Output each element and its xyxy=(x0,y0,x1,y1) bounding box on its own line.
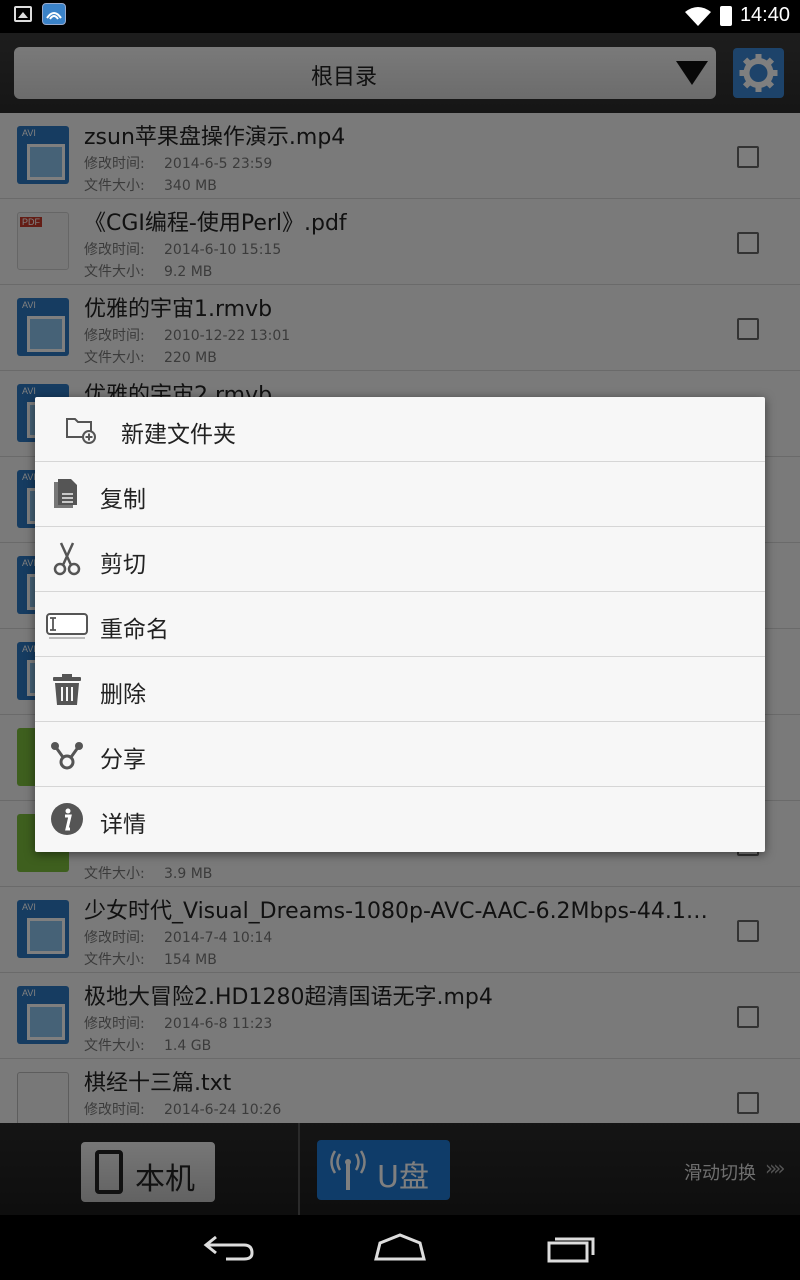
home-icon[interactable] xyxy=(370,1229,430,1265)
navigation-bar xyxy=(0,1215,800,1280)
new-folder-icon xyxy=(66,418,96,444)
wifi-icon xyxy=(684,6,711,26)
recent-apps-icon[interactable] xyxy=(541,1229,601,1265)
menu-item-delete[interactable]: 删除 xyxy=(35,657,765,722)
menu-item-rename[interactable]: 重命名 xyxy=(35,592,765,657)
share-icon xyxy=(51,742,83,770)
status-bar: 14:40 xyxy=(0,0,800,33)
scissors-icon xyxy=(53,542,81,576)
back-icon[interactable] xyxy=(200,1229,260,1265)
image-notification-icon xyxy=(14,6,32,22)
copy-icon xyxy=(54,479,77,508)
rename-icon xyxy=(46,613,88,639)
clock: 14:40 xyxy=(739,4,790,26)
context-menu: 新建文件夹 复制 剪切 重命名 删除 分享 详情 xyxy=(35,397,765,852)
trash-icon xyxy=(53,674,81,705)
menu-item-cut[interactable]: 剪切 xyxy=(35,527,765,592)
app-notification-icon xyxy=(42,3,66,25)
menu-item-copy[interactable]: 复制 xyxy=(35,462,765,527)
battery-icon xyxy=(719,5,732,26)
menu-item-details[interactable]: 详情 xyxy=(35,787,765,852)
menu-item-share[interactable]: 分享 xyxy=(35,722,765,787)
menu-item-new-folder[interactable]: 新建文件夹 xyxy=(35,397,765,462)
info-icon xyxy=(51,803,83,835)
